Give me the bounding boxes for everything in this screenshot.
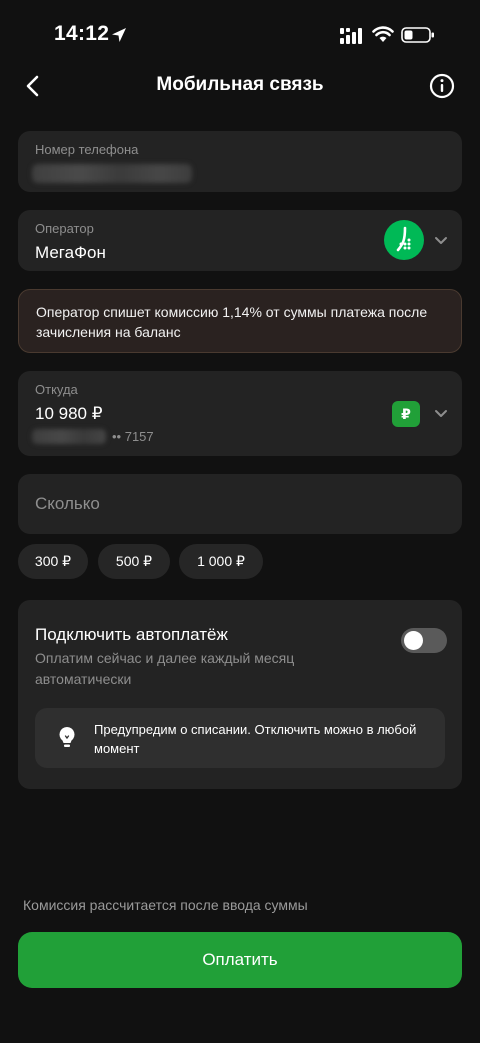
source-label: Откуда (35, 382, 78, 397)
amount-input[interactable] (18, 474, 462, 534)
autopay-toggle[interactable] (401, 628, 447, 653)
wifi-icon (372, 26, 394, 42)
quick-amount-300[interactable]: 300 ₽ (18, 544, 88, 579)
source-account-select[interactable]: Откуда 10 980 ₽ ₽ •• 7157 (18, 371, 462, 456)
commission-footer-note: Комиссия рассчитается после ввода суммы (23, 897, 308, 913)
autopay-tip: Предупредим о списании. Отключить можно … (35, 708, 445, 768)
status-time: 14:12 (54, 22, 110, 45)
nav-header: Мобильная связь (0, 60, 480, 112)
quick-amount-500[interactable]: 500 ₽ (98, 544, 170, 579)
info-icon[interactable] (428, 72, 456, 100)
chevron-down-icon (435, 410, 447, 417)
blurred-phone-number (32, 164, 192, 183)
operator-select[interactable]: Оператор МегаФон (18, 210, 462, 271)
pay-button[interactable]: Оплатить (18, 932, 462, 988)
location-arrow-icon (112, 28, 126, 42)
amount-field (18, 474, 462, 534)
page-title: Мобильная связь (156, 74, 324, 95)
chevron-down-icon (435, 237, 447, 244)
operator-value: МегаФон (35, 243, 106, 262)
payment-screen: 14:12 Мобильная связь Номер телефона Опе… (0, 0, 480, 1043)
lightbulb-icon (59, 727, 75, 747)
battery-icon (401, 27, 434, 43)
phone-number-label: Номер телефона (35, 142, 139, 157)
autopay-description: Оплатим сейчас и далее каждый месяц авто… (35, 650, 295, 687)
ruble-currency-icon: ₽ (392, 401, 420, 427)
autopay-title: Подключить автоплатёж (35, 625, 228, 644)
operator-label: Оператор (35, 221, 94, 236)
autopay-tip-text: Предупредим о списании. Отключить можно … (94, 722, 417, 756)
megafon-logo-icon (384, 220, 424, 260)
autopay-section: Подключить автоплатёж Оплатим сейчас и д… (18, 600, 462, 789)
quick-amount-1000[interactable]: 1 000 ₽ (179, 544, 263, 579)
commission-notice: Оператор спишет комиссию 1,14% от суммы … (18, 289, 462, 353)
cellular-signal-icon (340, 28, 362, 44)
blurred-card-name (32, 429, 106, 444)
toggle-knob (404, 631, 423, 650)
card-number-mask: •• 7157 (112, 429, 154, 444)
phone-number-field[interactable]: Номер телефона (18, 131, 462, 192)
account-balance: 10 980 ₽ (35, 404, 103, 423)
